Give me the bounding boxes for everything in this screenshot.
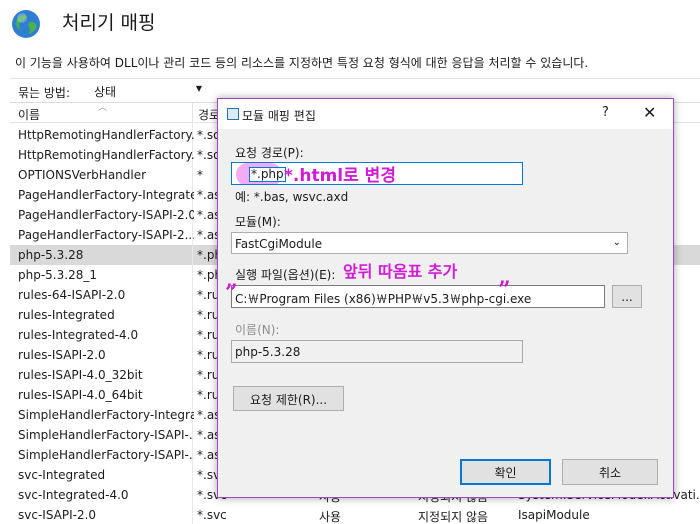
page-description: 이 기능을 사용하여 DLL이나 관리 코드 등의 리소스를 지정하면 특정 요… [15, 56, 589, 70]
executable-value: C:￦Program Files (x86)￦PHP￦v5.3￦php-cgi.… [235, 292, 532, 306]
column-divider[interactable] [192, 103, 193, 123]
globe-icon [12, 10, 40, 38]
help-button[interactable]: ? [602, 105, 609, 120]
table-cell: php-5.3.28_1 [18, 268, 97, 282]
table-cell: rules-64-ISAPI-2.0 [18, 288, 126, 302]
page-title: 처리기 매핑 [62, 12, 156, 34]
table-cell: PageHandlerFactory-ISAPI-2.0 [18, 208, 194, 222]
table-row[interactable]: svc-ISAPI-2.0 *.svc 사용 지정되지 않음 IsapiModule [10, 505, 700, 524]
browse-button[interactable]: ... [612, 285, 642, 308]
table-cell: svc-Integrated-4.0 [18, 488, 129, 502]
module-value: FastCgiModule [235, 237, 323, 251]
executable-annotation: 앞뒤 따옴표 추가 [343, 262, 458, 281]
dialog-titlebar: 모듈 매핑 편집 ? ✕ [218, 99, 673, 129]
request-path-example: 예: *.bas, wsvc.axd [235, 190, 349, 204]
ok-button[interactable]: 확인 [460, 459, 551, 485]
group-by-value: 상태 [94, 85, 117, 99]
table-cell: PageHandlerFactory-ISAPI-2.... [18, 228, 194, 242]
table-cell: rules-Integrated-4.0 [18, 328, 139, 342]
request-path-value: *.php [249, 167, 286, 182]
table-cell: OPTIONSVerbHandler [18, 168, 147, 182]
table-cell: SimpleHandlerFactory-Integra... [18, 408, 194, 422]
close-button[interactable]: ✕ [643, 103, 656, 122]
table-cell: rules-ISAPI-4.0_32bit [18, 368, 143, 382]
name-value: php-5.3.28 [235, 345, 301, 359]
executable-label: 실행 파일(옵션)(E): [235, 268, 336, 282]
table-cell: SimpleHandlerFactory-ISAPI-... [18, 448, 194, 462]
chevron-down-icon: ▼ [195, 84, 202, 93]
column-header-name[interactable]: 이름 [18, 106, 40, 123]
name-input: php-5.3.28 [231, 340, 523, 363]
table-cell: PageHandlerFactory-Integrated [18, 188, 194, 202]
table-cell: *.svc [197, 508, 227, 522]
window-icon [227, 108, 239, 120]
request-restrictions-button[interactable]: 요청 제한(R)... [233, 386, 344, 411]
table-cell: rules-Integrated [18, 308, 115, 322]
open-quote-annotation: ” [225, 280, 238, 306]
path-annotation: *.html로 변경 [284, 166, 396, 186]
group-by-select[interactable]: 상태 ▼ [90, 81, 206, 101]
close-quote-annotation: ” [498, 277, 511, 303]
module-select[interactable]: FastCgiModule ⌄ [231, 232, 628, 254]
table-cell: HttpRemotingHandlerFactory... [18, 148, 194, 162]
table-cell: php-5.3.28 [18, 248, 84, 262]
table-cell: rules-ISAPI-2.0 [18, 348, 106, 362]
executable-input[interactable]: C:￦Program Files (x86)￦PHP￦v5.3￦php-cgi.… [231, 285, 605, 308]
module-label: 모듈(M): [235, 215, 281, 229]
table-cell: IsapiModule [518, 508, 590, 522]
table-cell: svc-Integrated [18, 468, 106, 482]
group-by-label: 묶는 방법: [18, 86, 71, 100]
name-label: 이름(N): [235, 323, 280, 337]
chevron-down-icon: ⌄ [612, 237, 621, 248]
edit-module-mapping-dialog: 모듈 매핑 편집 ? ✕ 요청 경로(P): *.php 예: *.bas, w… [217, 98, 674, 498]
table-cell: 지정되지 않음 [418, 510, 489, 524]
request-path-label: 요청 경로(P): [235, 146, 304, 160]
table-cell: HttpRemotingHandlerFactory... [18, 128, 194, 142]
table-cell: 사용 [319, 510, 342, 524]
table-cell: svc-ISAPI-2.0 [18, 508, 97, 522]
dialog-title: 모듈 매핑 편집 [242, 109, 316, 123]
cancel-button[interactable]: 취소 [562, 459, 658, 485]
sort-ascending-icon: ︿ [98, 103, 108, 113]
table-cell: rules-ISAPI-4.0_64bit [18, 388, 143, 402]
table-cell: SimpleHandlerFactory-ISAPI-... [18, 428, 194, 442]
